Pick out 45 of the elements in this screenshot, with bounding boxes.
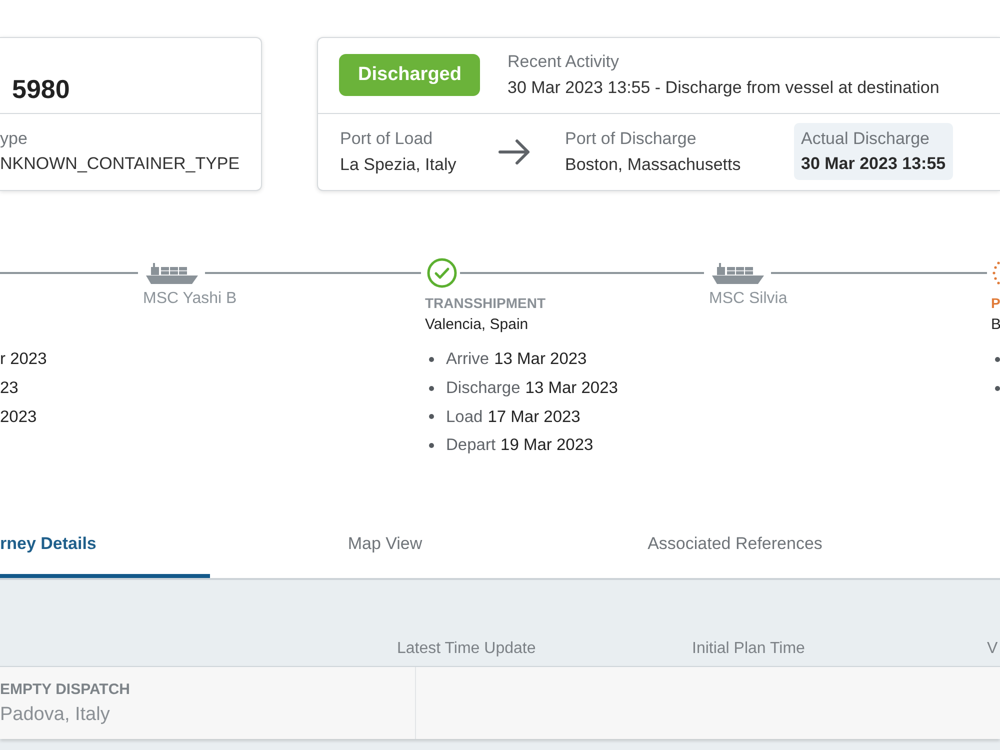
field-label: Port of Load (340, 128, 434, 150)
field-label: Port of Discharge (565, 128, 698, 150)
bullet-icon (429, 414, 434, 420)
event-date: 13 Mar 2023 (525, 378, 618, 400)
container-number: 5980 (11, 73, 70, 105)
stop-location: Valencia, Spain (425, 315, 530, 335)
field-value: La Spezia, Italy (340, 154, 458, 176)
recent-activity-label: Recent Activity (507, 51, 620, 74)
column-header: Latest Time Update (397, 639, 537, 659)
bullet-icon (995, 386, 1000, 391)
field-value: NKNOWN_CONTAINER_TYPE (0, 153, 241, 175)
event-label: Arrive (446, 349, 490, 370)
event-label: Depart (446, 435, 496, 456)
bullet-icon (995, 356, 1000, 362)
event-label: Load (446, 406, 483, 428)
vessel-name: MSC Yashi B (143, 289, 238, 309)
bullet-icon (429, 356, 434, 362)
event-date: r 2023 (0, 349, 47, 370)
stop-location: B (991, 315, 1000, 335)
field-value: Boston, Massachusetts (565, 154, 742, 176)
event-type: EMPTY DISPATCH (0, 681, 132, 699)
status-badge: Discharged (339, 54, 480, 96)
event-date: 17 Mar 2023 (488, 406, 580, 428)
tab[interactable]: Associated References (560, 512, 910, 578)
stop-type: TRANSSHIPMENT (425, 294, 547, 312)
recent-activity-text: 30 Mar 2023 13:55 - Discharge from vessel at destination (507, 77, 940, 100)
arrow-right-icon (498, 138, 531, 165)
bullet-icon (429, 442, 434, 448)
vessel-name: MSC Silvia (709, 289, 788, 309)
column-header: V (987, 639, 999, 659)
stop-type: P (991, 294, 1000, 312)
bullet-icon (429, 386, 434, 391)
field-value: 30 Mar 2023 13:55 (801, 153, 946, 176)
event-location: Padova, Italy (0, 703, 111, 727)
event-date: 13 Mar 2023 (494, 349, 587, 370)
event-date: 23 (0, 378, 18, 400)
event-date: 2023 (0, 406, 37, 428)
ship-icon (712, 262, 764, 284)
field-label: Actual Discharge (801, 128, 931, 150)
event-date: 19 Mar 2023 (500, 435, 594, 456)
ship-icon (146, 262, 198, 284)
field-label: ype (0, 128, 28, 150)
tab[interactable]: Map View (210, 512, 560, 578)
event-label: Discharge (446, 378, 520, 400)
column-header: Initial Plan Time (692, 639, 806, 659)
